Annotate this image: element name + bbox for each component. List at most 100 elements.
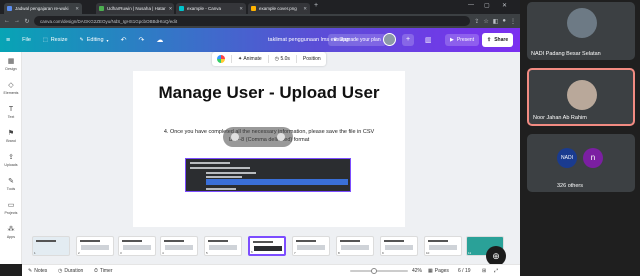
thumb-number: 5 <box>206 251 208 255</box>
menu-icon[interactable]: ⋮ <box>510 18 516 25</box>
close-icon[interactable]: ✕ <box>303 6 307 12</box>
url-field[interactable]: canva.com/design/DAGKG2ZEOyu/NdS_IgHS1Gp… <box>34 16 471 26</box>
close-window-icon[interactable]: ✕ <box>502 2 507 9</box>
duration-button[interactable]: ◷ Duration <box>58 268 83 274</box>
participant-tile[interactable]: NADI Padang Besar Selatan <box>527 2 635 60</box>
editing-label: Editing <box>86 37 104 43</box>
add-collaborator-button[interactable]: + <box>402 34 414 46</box>
pages-icon: ▦ <box>428 268 433 274</box>
browser-tab-1[interactable]: Jadwal pengajaran re-wuki ✕ <box>4 3 82 14</box>
resize-label: Resize <box>50 37 68 43</box>
file-menu[interactable]: File <box>22 37 31 43</box>
text-icon: T <box>8 106 14 113</box>
browser-tab-3[interactable]: example - Canva ✕ <box>176 3 246 14</box>
sidebar-item-elements[interactable]: ◇ Elements <box>0 82 22 95</box>
sidebar-item-projects[interactable]: ▭ Projects <box>0 202 22 215</box>
reload-icon[interactable]: ↻ <box>24 18 30 25</box>
fullscreen-icon[interactable]: ⤢ <box>494 268 498 274</box>
slide-thumbnail[interactable]: 8 <box>336 236 374 256</box>
zoom-slider[interactable] <box>350 268 408 274</box>
thumb-title <box>296 240 316 242</box>
sidebar-item-text[interactable]: T Text <box>0 106 22 119</box>
pages-label: Pages <box>434 268 449 274</box>
slide-thumbnail[interactable]: 10 <box>424 236 462 256</box>
file-label: File <box>22 37 31 43</box>
undo-button[interactable]: ↶ <box>121 36 127 44</box>
sidebar-item-label: Design <box>5 67 17 71</box>
redo-button[interactable]: ↷ <box>138 36 144 44</box>
slide-thumbnail[interactable]: 4 <box>160 236 198 256</box>
undo-icon: ↶ <box>120 37 127 44</box>
sidebar-item-tools[interactable]: ✎ Tools <box>0 178 22 191</box>
sidebar-item-design[interactable]: ▦ Design <box>0 58 22 71</box>
slide-canvas[interactable]: Manage User - Upload User 4. Once you ha… <box>133 71 405 227</box>
participant-tile-speaking[interactable]: Noor Jahan Ab Rahim <box>527 68 635 126</box>
present-button[interactable]: ▶ Present <box>445 34 480 46</box>
close-icon[interactable]: ✕ <box>239 6 243 12</box>
screenshot-line <box>206 172 256 174</box>
color-wheel-icon[interactable] <box>217 55 225 63</box>
clock-icon: ◷ <box>274 56 280 62</box>
duration-label: Duration <box>64 268 84 274</box>
timer-label: Timer <box>99 268 113 274</box>
new-tab-icon[interactable]: + <box>314 2 318 9</box>
thumb-title <box>80 240 100 242</box>
profile-icon[interactable]: ● <box>502 18 506 24</box>
close-icon[interactable]: ✕ <box>169 6 173 12</box>
share-button[interactable]: ⇧ Share <box>482 33 514 47</box>
menu-button[interactable]: ≡ <box>6 37 10 44</box>
editing-button[interactable]: ✎ Editing ▾ <box>80 37 109 43</box>
back-icon[interactable]: ← <box>4 18 10 24</box>
tab-label: Jadwal pengajaran re-wuki <box>15 6 69 11</box>
sidebar-item-apps[interactable]: ⁂ Apps <box>0 226 22 239</box>
resize-button[interactable]: ⬚ Resize <box>43 37 68 43</box>
cloud-save-button[interactable]: ☁ <box>156 36 163 44</box>
thumb-number: 6 <box>251 250 253 254</box>
duration-button[interactable]: ◷ 5.0s <box>275 56 290 62</box>
zoom-help-button[interactable]: ⊕ <box>486 246 506 266</box>
screenshot-line <box>190 162 230 164</box>
zoom-level[interactable]: 42% <box>412 268 422 274</box>
avatar[interactable] <box>383 33 396 46</box>
sidebar-item-uploads[interactable]: ⇪ Uploads <box>0 154 22 167</box>
notes-icon: ✎ <box>28 268 33 274</box>
timer-button[interactable]: ⏱ Timer <box>94 268 113 274</box>
upgrade-label: Upgrade your plan <box>339 37 381 43</box>
tab-favicon-icon <box>251 6 256 11</box>
slide-title[interactable]: Manage User - Upload User <box>133 83 405 103</box>
insights-icon[interactable]: ▥ <box>425 36 432 44</box>
slide-thumbnail[interactable]: 1 <box>32 236 70 256</box>
animate-label: Animate <box>243 56 262 62</box>
minimize-icon[interactable]: — <box>468 2 474 8</box>
divider <box>267 55 269 63</box>
grid-view-icon[interactable]: ⊞ <box>482 268 486 274</box>
slide-thumbnail[interactable]: 3 <box>118 236 156 256</box>
chevron-down-icon: ▾ <box>106 37 109 43</box>
embedded-screenshot-image[interactable] <box>185 158 351 192</box>
slide-thumbnail[interactable]: 5 <box>204 236 242 256</box>
sidebar-item-brand[interactable]: ⚑ Brand <box>0 130 22 143</box>
slide-thumbnail[interactable]: 7 <box>292 236 330 256</box>
slide-thumbnail-selected[interactable]: 6 <box>248 236 286 256</box>
layout-icon: ▦ <box>7 58 15 65</box>
slide-thumbnail[interactable]: 2 <box>76 236 114 256</box>
bookmark-icon[interactable]: ☆ <box>483 18 488 25</box>
animate-button[interactable]: ✦ Animate <box>238 56 262 62</box>
participant-name: NADI Padang Besar Selatan <box>531 51 601 57</box>
others-tile[interactable]: NADI n 326 others <box>527 134 635 192</box>
close-icon[interactable]: ✕ <box>75 6 79 12</box>
slide-thumbnail[interactable]: 9 <box>380 236 418 256</box>
browser-tab-4[interactable]: example cover.png ✕ <box>248 3 310 14</box>
extensions-icon[interactable]: ◧ <box>493 18 499 25</box>
upgrade-button[interactable]: ♛ Upgrade your plan <box>328 34 386 46</box>
maximize-icon[interactable]: ▢ <box>484 2 490 9</box>
share-page-icon[interactable]: ⇪ <box>474 18 479 25</box>
notes-label: Notes <box>34 268 48 274</box>
forward-icon[interactable]: → <box>14 18 20 24</box>
position-button[interactable]: Position <box>303 56 321 62</box>
thumb-title <box>36 240 56 242</box>
browser-tab-2[interactable]: UdharRuwin | Nusaha | Hatar ✕ <box>96 3 174 14</box>
pages-button[interactable]: ▦ Pages <box>428 268 449 274</box>
zoom-slider-handle[interactable] <box>371 268 378 274</box>
notes-button[interactable]: ✎ Notes <box>28 268 47 274</box>
